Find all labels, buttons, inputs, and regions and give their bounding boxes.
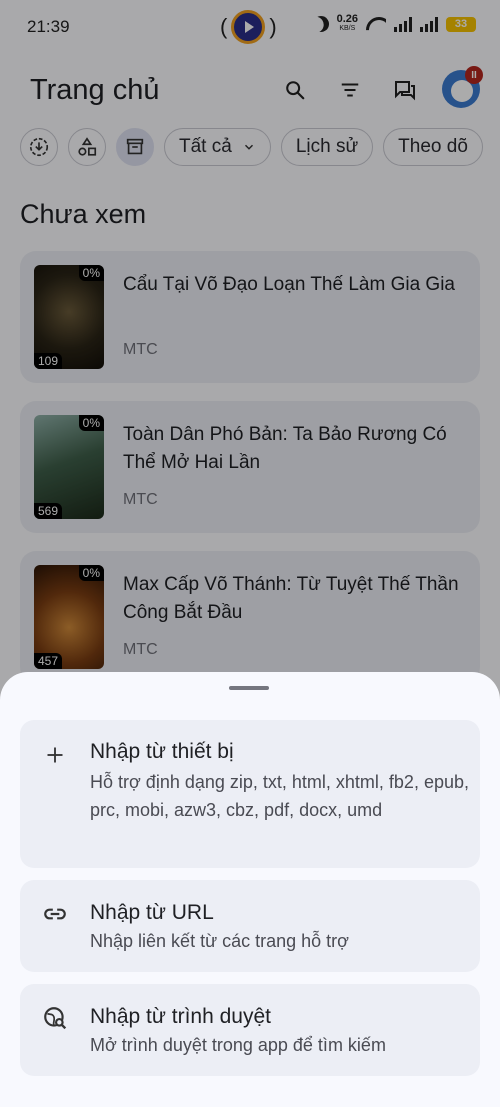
import-from-url-option[interactable]: Nhập từ URL Nhập liên kết từ các trang h… bbox=[20, 880, 480, 972]
import-from-browser-option[interactable]: Nhập từ trình duyệt Mở trình duyệt trong… bbox=[20, 984, 480, 1076]
option-title: Nhập từ trình duyệt bbox=[90, 1005, 271, 1028]
import-bottom-sheet: Nhập từ thiết bị Hỗ trợ định dạng zip, t… bbox=[0, 672, 500, 1107]
option-subtitle: Hỗ trợ định dạng zip, txt, html, xhtml, … bbox=[90, 772, 469, 820]
option-subtitle: Mở trình duyệt trong app để tìm kiếm bbox=[90, 1035, 386, 1055]
link-icon bbox=[42, 901, 68, 927]
option-title: Nhập từ thiết bị bbox=[90, 740, 234, 763]
plus-icon bbox=[42, 742, 68, 768]
option-subtitle: Nhập liên kết từ các trang hỗ trợ bbox=[90, 931, 349, 951]
globe-search-icon bbox=[42, 1005, 68, 1031]
drag-handle[interactable] bbox=[229, 686, 269, 690]
option-title: Nhập từ URL bbox=[90, 901, 214, 924]
import-from-device-option[interactable]: Nhập từ thiết bị Hỗ trợ định dạng zip, t… bbox=[20, 720, 480, 868]
